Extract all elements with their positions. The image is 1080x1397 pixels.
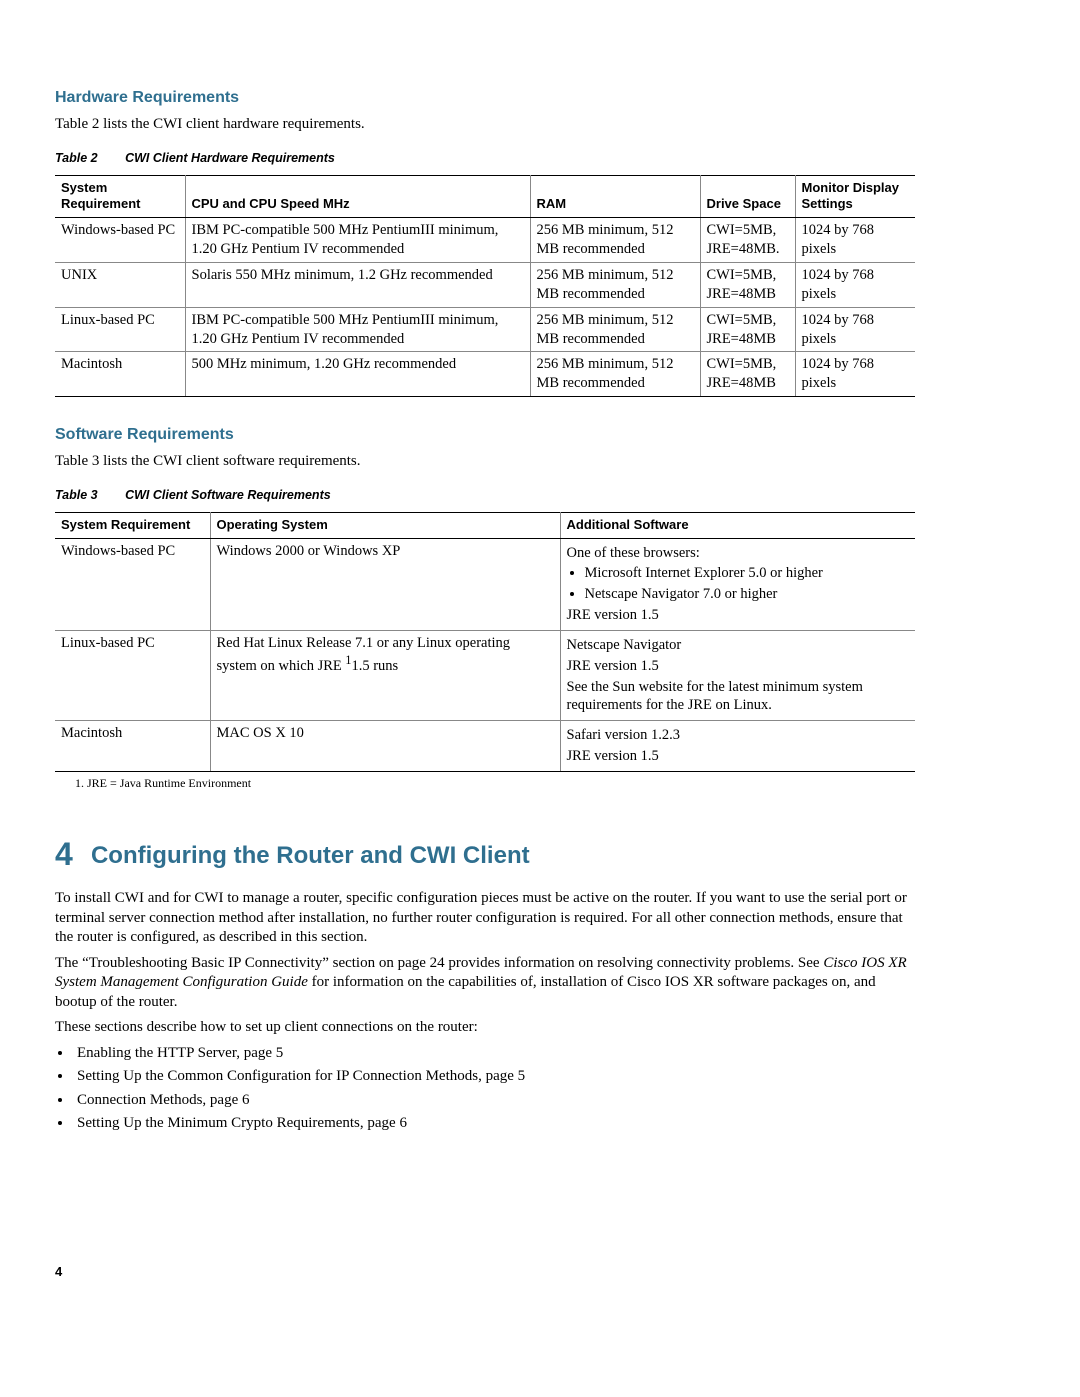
software-table: System Requirement Operating System Addi… xyxy=(55,512,915,772)
cell-text: JRE version 1.5 xyxy=(567,657,910,676)
table-cell: 1024 by 768 pixels xyxy=(795,352,915,397)
table-cell: 1024 by 768 pixels xyxy=(795,307,915,352)
table-cell: UNIX xyxy=(55,263,185,308)
table-cell: CWI=5MB, JRE=48MB xyxy=(700,352,795,397)
table-header-row: System Requirement CPU and CPU Speed MHz… xyxy=(55,175,915,218)
table-cell: Netscape Navigator JRE version 1.5 See the… xyxy=(560,630,915,720)
table-cell: 1024 by 768 pixels xyxy=(795,263,915,308)
chapter-p2: The “Troubleshooting Basic IP Connectivi… xyxy=(55,954,915,1013)
th-ram: RAM xyxy=(530,175,700,218)
list-item: Netscape Navigator 7.0 or higher xyxy=(585,585,910,604)
chapter-number: 4 xyxy=(55,836,73,872)
chapter-p2-pre: The “Troubleshooting Basic IP Connectivi… xyxy=(55,955,823,971)
software-heading: Software Requirements xyxy=(55,425,915,446)
list-item: Microsoft Internet Explorer 5.0 or highe… xyxy=(585,564,910,583)
hardware-table: System Requirement CPU and CPU Speed MHz… xyxy=(55,175,915,398)
table-cell: One of these browsers:Microsoft Internet… xyxy=(560,538,915,630)
table-cell: CWI=5MB, JRE=48MB xyxy=(700,263,795,308)
th-cpu: CPU and CPU Speed MHz xyxy=(185,175,530,218)
table-cell: Red Hat Linux Release 7.1 or any Linux o… xyxy=(210,630,560,720)
table-cell: 1024 by 768 pixels xyxy=(795,218,915,263)
table3-title: CWI Client Software Requirements xyxy=(125,488,331,502)
chapter-p3: These sections describe how to set up cl… xyxy=(55,1018,915,1038)
cell-text: Netscape Navigator xyxy=(567,636,910,655)
table-cell: Windows 2000 or Windows XP xyxy=(210,538,560,630)
cell-text: See the Sun website for the latest minim… xyxy=(567,678,910,716)
chapter-bullets: Enabling the HTTP Server, page 5 Setting … xyxy=(73,1044,915,1134)
table-row: Windows-based PCIBM PC-compatible 500 MH… xyxy=(55,218,915,263)
cell-text: Safari version 1.2.3 xyxy=(567,726,910,745)
table3-footnote: 1. JRE = Java Runtime Environment xyxy=(75,776,915,792)
table-header-row: System Requirement Operating System Addi… xyxy=(55,512,915,538)
cell-text: One of these browsers: xyxy=(567,544,910,563)
table2-label: Table 2 xyxy=(55,151,98,165)
th-system: System Requirement xyxy=(55,175,185,218)
table-cell: Safari version 1.2.3 JRE version 1.5 xyxy=(560,721,915,772)
th-os: Operating System xyxy=(210,512,560,538)
table-cell: 256 MB minimum, 512 MB recommended xyxy=(530,218,700,263)
cell-text: JRE version 1.5 xyxy=(567,606,910,625)
page-number: 4 xyxy=(55,1264,915,1281)
list-item: Setting Up the Common Configuration for … xyxy=(73,1067,915,1087)
hardware-intro: Table 2 lists the CWI client hardware re… xyxy=(55,115,915,135)
table-cell: 256 MB minimum, 512 MB recommended xyxy=(530,263,700,308)
th-additional: Additional Software xyxy=(560,512,915,538)
table-cell: IBM PC-compatible 500 MHz PentiumIII min… xyxy=(185,307,530,352)
table2-title: CWI Client Hardware Requirements xyxy=(125,151,335,165)
table-cell: 256 MB minimum, 512 MB recommended xyxy=(530,307,700,352)
table-cell: Windows-based PC xyxy=(55,218,185,263)
chapter-heading: 4 Configuring the Router and CWI Client xyxy=(55,834,915,876)
table3-label: Table 3 xyxy=(55,488,98,502)
table-cell: 500 MHz minimum, 1.20 GHz recommended xyxy=(185,352,530,397)
list-item: Setting Up the Minimum Crypto Requiremen… xyxy=(73,1114,915,1134)
list-item: Enabling the HTTP Server, page 5 xyxy=(73,1044,915,1064)
os-text: 1.5 runs xyxy=(351,658,398,674)
cell-bullets: Microsoft Internet Explorer 5.0 or highe… xyxy=(585,564,910,604)
table-cell: Linux-based PC xyxy=(55,307,185,352)
table-row: Macintosh500 MHz minimum, 1.20 GHz recom… xyxy=(55,352,915,397)
table-row: Windows-based PCWindows 2000 or Windows … xyxy=(55,538,915,630)
chapter-p1: To install CWI and for CWI to manage a r… xyxy=(55,889,915,948)
hardware-heading: Hardware Requirements xyxy=(55,88,915,109)
chapter-title: Configuring the Router and CWI Client xyxy=(91,842,530,869)
table3-caption: Table 3 CWI Client Software Requirements xyxy=(55,487,915,503)
table-cell: Windows-based PC xyxy=(55,538,210,630)
table-row: Linux-based PCRed Hat Linux Release 7.1 … xyxy=(55,630,915,720)
table-cell: 256 MB minimum, 512 MB recommended xyxy=(530,352,700,397)
th-monitor: Monitor Display Settings xyxy=(795,175,915,218)
th-drive: Drive Space xyxy=(700,175,795,218)
table-cell: Solaris 550 MHz minimum, 1.2 GHz recomme… xyxy=(185,263,530,308)
table-cell: Linux-based PC xyxy=(55,630,210,720)
table2-caption: Table 2 CWI Client Hardware Requirements xyxy=(55,150,915,166)
table-row: UNIXSolaris 550 MHz minimum, 1.2 GHz rec… xyxy=(55,263,915,308)
table-cell: Macintosh xyxy=(55,721,210,772)
table-row: Linux-based PCIBM PC-compatible 500 MHz … xyxy=(55,307,915,352)
table-cell: CWI=5MB, JRE=48MB xyxy=(700,307,795,352)
list-item: Connection Methods, page 6 xyxy=(73,1091,915,1111)
cell-text: JRE version 1.5 xyxy=(567,747,910,766)
table-cell: CWI=5MB, JRE=48MB. xyxy=(700,218,795,263)
table-row: MacintoshMAC OS X 10Safari version 1.2.3… xyxy=(55,721,915,772)
table-cell: IBM PC-compatible 500 MHz PentiumIII min… xyxy=(185,218,530,263)
table-cell: Macintosh xyxy=(55,352,185,397)
th-system: System Requirement xyxy=(55,512,210,538)
software-intro: Table 3 lists the CWI client software re… xyxy=(55,452,915,472)
table-cell: MAC OS X 10 xyxy=(210,721,560,772)
